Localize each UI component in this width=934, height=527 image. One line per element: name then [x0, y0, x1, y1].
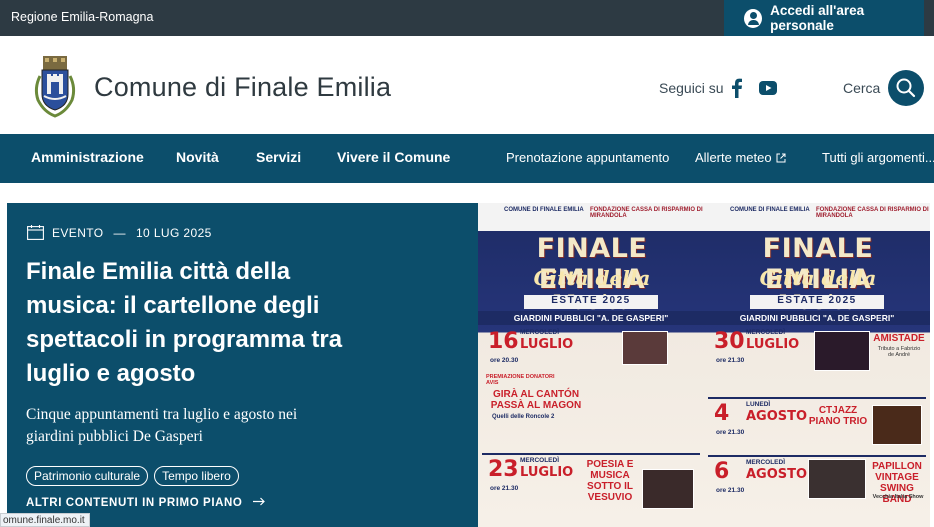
poster-column-left: COMUNE DI FINALE EMILIA FONDAZIONE CASSA… [478, 203, 704, 527]
external-link-icon [776, 153, 786, 163]
search-label[interactable]: Cerca [843, 80, 880, 96]
facebook-icon[interactable] [728, 78, 746, 98]
poster-event-row: 23 MERCOLEDÌ LUGLIO ore 21.30 POESIA E M… [482, 457, 700, 527]
featured-event-card: EVENTO — 10 LUG 2025 Finale Emilia città… [7, 203, 478, 527]
login-button[interactable]: Accedi all'area personale [724, 0, 924, 36]
main-navigation: Amministrazione Novità Servizi Vivere il… [0, 134, 934, 183]
event-tags: Patrimonio culturale Tempo libero [26, 466, 239, 486]
tag-tempo-libero[interactable]: Tempo libero [154, 466, 239, 486]
event-meta: EVENTO — 10 LUG 2025 [27, 225, 212, 240]
region-link[interactable]: Regione Emilia-Romagna [11, 10, 153, 24]
poster-logo-comune: COMUNE DI FINALE EMILIA [504, 207, 584, 213]
poster-event-row: 4 LUNEDÌ AGOSTO ore 21.30 CTJAZZ PIANO T… [708, 401, 926, 455]
event-type: EVENTO [52, 225, 104, 240]
calendar-icon [27, 225, 44, 240]
more-featured-label: ALTRI CONTENUTI IN PRIMO PIANO [26, 497, 243, 509]
event-title[interactable]: Finale Emilia città della musica: il car… [26, 255, 366, 391]
nav-item-novita[interactable]: Novità [176, 149, 219, 165]
nav-link-allerte-meteo[interactable]: Allerte meteo [695, 150, 786, 165]
more-featured-link[interactable]: ALTRI CONTENUTI IN PRIMO PIANO [26, 497, 266, 509]
search-button[interactable] [888, 70, 924, 106]
poster-venue: GIARDINI PUBBLICI "A. DE GASPERI" [478, 311, 704, 325]
nav-item-vivere-il-comune[interactable]: Vivere il Comune [337, 149, 450, 165]
municipal-crest-logo[interactable] [32, 54, 78, 118]
poster-event-row: 16 MERCOLEDÌ LUGLIO ore 20.30 PREMIAZION… [482, 329, 700, 453]
nav-item-servizi[interactable]: Servizi [256, 149, 301, 165]
site-title[interactable]: Comune di Finale Emilia [94, 72, 391, 103]
nav-item-amministrazione[interactable]: Amministrazione [31, 149, 144, 165]
nav-link-prenotazione[interactable]: Prenotazione appuntamento [506, 150, 669, 165]
poster-column-right: COMUNE DI FINALE EMILIA FONDAZIONE CASSA… [704, 203, 930, 527]
event-date: 10 LUG 2025 [135, 225, 212, 240]
follow-label: Seguici su [659, 80, 724, 96]
site-header: Comune di Finale Emilia Seguici su Cerca [0, 36, 934, 134]
top-bar: Regione Emilia-Romagna Accedi all'area p… [0, 0, 934, 36]
tag-patrimonio-culturale[interactable]: Patrimonio culturale [26, 466, 149, 486]
login-label: Accedi all'area personale [770, 3, 865, 33]
arrow-right-icon [253, 497, 266, 506]
user-icon [744, 8, 763, 28]
poster-photo [814, 331, 870, 371]
event-description: Cinque appuntamenti tra luglio e agosto … [26, 406, 298, 445]
poster-logo-fondazione: FONDAZIONE CASSA DI RISPARMIO DI MIRANDO… [590, 207, 703, 219]
nav-link-tutti-gli-argomenti[interactable]: Tutti gli argomenti... [822, 150, 934, 165]
poster-event-row: 6 MERCOLEDÌ AGOSTO ore 21.30 PAPILLON VI… [714, 459, 924, 505]
poster-photo [642, 469, 694, 509]
poster-photo [872, 405, 922, 445]
search-icon [896, 78, 916, 98]
poster-event-row: 30 MERCOLEDÌ LUGLIO ore 21.30 AMISTADE T… [708, 329, 926, 397]
poster-photo [808, 459, 866, 499]
youtube-icon[interactable] [759, 81, 777, 95]
allerte-meteo-label: Allerte meteo [695, 150, 772, 165]
event-poster-image[interactable]: COMUNE DI FINALE EMILIA FONDAZIONE CASSA… [478, 203, 930, 527]
poster-season: ESTATE 2025 [524, 295, 658, 309]
status-bar-url: omune.finale.mo.it [0, 513, 90, 527]
poster-photo [622, 331, 668, 365]
